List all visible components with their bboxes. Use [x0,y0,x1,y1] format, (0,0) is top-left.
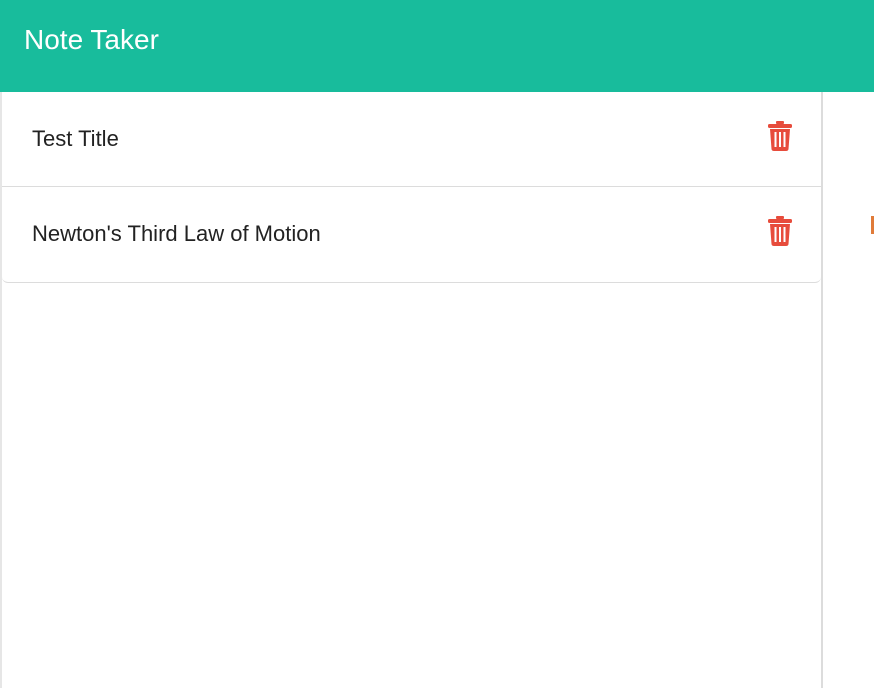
delete-note-button[interactable] [767,121,793,151]
note-title[interactable]: Test Title [32,125,119,153]
trash-icon [768,121,792,151]
note-title[interactable]: Newton's Third Law of Motion [32,220,321,248]
list-item[interactable]: Test Title [2,92,821,187]
note-list: Test Title Newton's Third Law of Motion [2,92,821,283]
app-title[interactable]: Note Taker [24,22,159,58]
navbar: Note Taker [0,0,874,92]
note-sidebar: Test Title Newton's Third Law of Motion [0,92,823,688]
delete-note-button[interactable] [767,216,793,246]
trash-icon [768,216,792,246]
list-item[interactable]: Newton's Third Law of Motion [2,187,821,282]
